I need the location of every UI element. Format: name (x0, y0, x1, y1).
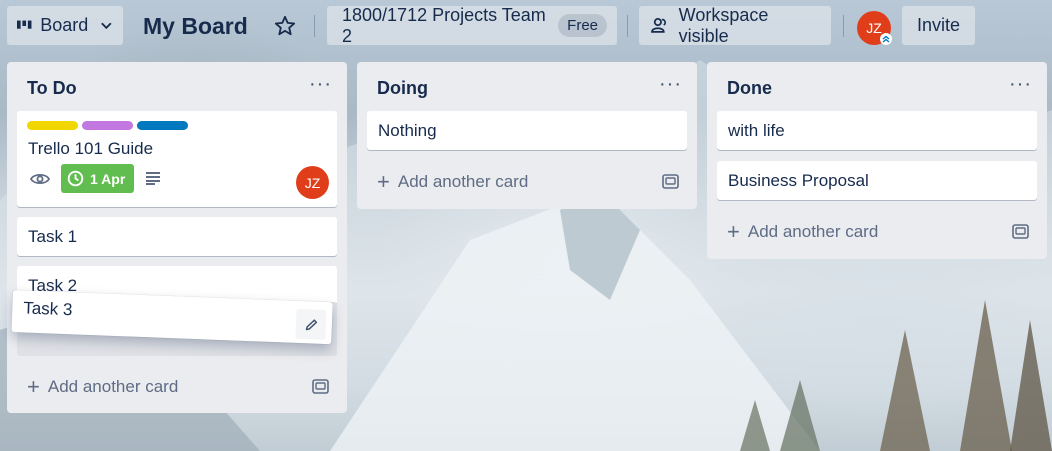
card-title: Trello 101 Guide (28, 139, 154, 158)
card-nothing[interactable]: Nothing (367, 111, 687, 150)
card-template-icon[interactable] (662, 174, 679, 189)
list-title[interactable]: Done (727, 78, 772, 99)
card-edit-button[interactable] (295, 308, 327, 341)
list-menu-button[interactable]: ··· (659, 73, 682, 96)
card-title: with life (728, 120, 785, 140)
list-menu-button[interactable]: ··· (309, 73, 332, 96)
star-icon[interactable] (274, 15, 296, 37)
people-icon (651, 17, 666, 33)
chevron-down-icon (101, 22, 112, 29)
card-with-life[interactable]: with life (717, 111, 1037, 150)
watching-eye-icon (30, 173, 50, 185)
list-todo: To Do ··· Trello 101 Guide 1 Apr JZ Task… (7, 62, 347, 413)
header-divider (314, 15, 315, 37)
due-date-badge[interactable]: 1 Apr (61, 164, 134, 193)
add-card-label: Add another card (47, 377, 179, 396)
add-card-label: Add another card (397, 172, 529, 191)
add-card-button[interactable]: + Add another card (27, 376, 178, 398)
card-template-icon[interactable] (312, 379, 329, 394)
due-date-text: 1 Apr (90, 170, 126, 187)
board-view-icon (17, 20, 32, 29)
pencil-icon (305, 318, 317, 330)
header-divider (843, 15, 844, 37)
plan-badge: Free (558, 14, 607, 37)
card-task-1[interactable]: Task 1 (17, 217, 337, 256)
list-title[interactable]: To Do (27, 78, 77, 99)
add-card-label: Add another card (747, 222, 879, 241)
invite-label: Invite (917, 15, 961, 35)
card-label-yellow[interactable] (27, 121, 78, 130)
admin-chevrons-icon (880, 33, 892, 45)
card-label-purple[interactable] (82, 121, 133, 130)
list-done: Done ··· with life Business Proposal + A… (707, 62, 1047, 259)
view-switcher-label: Board (40, 15, 89, 35)
list-menu-button[interactable]: ··· (1009, 73, 1032, 96)
card-title: Business Proposal (728, 170, 869, 190)
card-template-icon[interactable] (1012, 224, 1029, 239)
board-title[interactable]: My Board (143, 13, 248, 40)
workspace-button[interactable]: 1800/1712 Projects Team 2 Free (327, 4, 617, 46)
invite-button[interactable]: Invite (902, 6, 975, 45)
add-card-button[interactable]: + Add another card (727, 221, 878, 243)
card-title: Task 3 (22, 298, 73, 320)
card-trello-101-guide[interactable]: Trello 101 Guide 1 Apr JZ (17, 111, 337, 207)
card-member-initials: JZ (304, 174, 321, 191)
card-title: Nothing (378, 120, 437, 140)
list-doing: Doing ··· Nothing + Add another card (357, 62, 697, 209)
card-title: Task 1 (28, 226, 78, 246)
view-switcher-button[interactable]: Board (7, 6, 123, 45)
description-icon (146, 172, 160, 185)
add-card-button[interactable]: + Add another card (377, 171, 528, 193)
visibility-button[interactable]: Workspace visible (639, 4, 831, 46)
card-business-proposal[interactable]: Business Proposal (717, 161, 1037, 200)
plus-icon: + (27, 374, 40, 399)
workspace-name: 1800/1712 Projects Team 2 (342, 4, 546, 46)
visibility-label: Workspace visible (678, 4, 769, 46)
clock-icon (67, 170, 84, 187)
card-label-blue[interactable] (137, 121, 188, 130)
header-divider (627, 15, 628, 37)
plus-icon: + (377, 169, 390, 194)
board-header: Board My Board 1800/1712 Projects Team 2… (0, 0, 1052, 54)
list-title[interactable]: Doing (377, 78, 428, 99)
card-member-avatar[interactable]: JZ (296, 166, 329, 199)
plus-icon: + (727, 219, 740, 244)
